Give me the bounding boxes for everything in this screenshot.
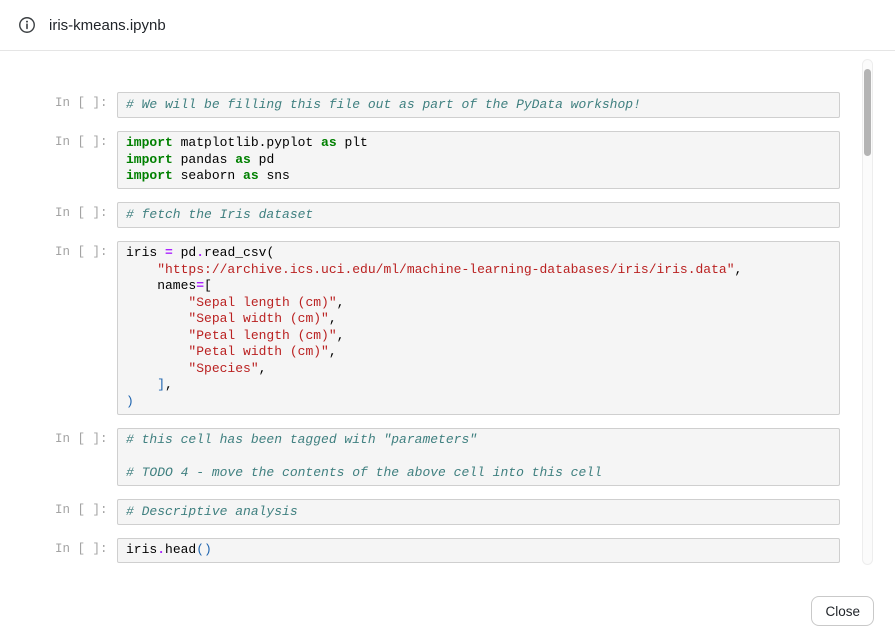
code-line [126, 449, 831, 466]
code-cell: # We will be filling this file out as pa… [117, 92, 840, 118]
close-button[interactable]: Close [811, 596, 874, 626]
code-line: # Descriptive analysis [126, 504, 831, 521]
cell-prompt: In [ ]: [55, 131, 113, 149]
code-cell: iris.head() [117, 538, 840, 564]
cell-prompt: In [ ]: [55, 92, 113, 110]
notebook-cell-row: In [ ]: # fetch the Iris dataset [55, 202, 840, 228]
code-cell: # Descriptive analysis [117, 499, 840, 525]
code-line: names=[ [126, 278, 831, 295]
code-line: "Petal width (cm)", [126, 344, 831, 361]
notebook-cell-row: In [ ]: iris.head() [55, 538, 840, 564]
code-line: # fetch the Iris dataset [126, 207, 831, 224]
dialog-title: iris-kmeans.ipynb [49, 17, 166, 34]
dialog-header: iris-kmeans.ipynb [0, 0, 895, 51]
scrollbar-thumb[interactable] [864, 69, 871, 156]
code-line: import seaborn as sns [126, 168, 831, 185]
cell-prompt: In [ ]: [55, 241, 113, 259]
cell-prompt: In [ ]: [55, 538, 113, 556]
code-line: "Sepal width (cm)", [126, 311, 831, 328]
code-line: iris = pd.read_csv( [126, 245, 831, 262]
code-line: # We will be filling this file out as pa… [126, 97, 831, 114]
notebook-preview-dialog: iris-kmeans.ipynb In [ ]: # We will be fi… [0, 0, 895, 643]
notebook-cell-row: In [ ]: # Descriptive analysis [55, 499, 840, 525]
code-line: "Petal length (cm)", [126, 328, 831, 345]
notebook-cell-row: In [ ]: # We will be filling this file ou… [55, 92, 840, 118]
notebook-content: In [ ]: # We will be filling this file ou… [0, 51, 895, 575]
code-cell: iris = pd.read_csv( "https://archive.ics… [117, 241, 840, 415]
code-line: "Sepal length (cm)", [126, 295, 831, 312]
code-line: import matplotlib.pyplot as plt [126, 135, 831, 152]
code-line: # TODO 4 - move the contents of the abov… [126, 465, 831, 482]
code-cell: # fetch the Iris dataset [117, 202, 840, 228]
notebook-cells: In [ ]: # We will be filling this file ou… [55, 92, 840, 563]
code-line: iris.head() [126, 542, 831, 559]
code-line: "https://archive.ics.uci.edu/ml/machine-… [126, 262, 831, 279]
code-cell: # this cell has been tagged with "parame… [117, 428, 840, 487]
code-line: ) [126, 394, 831, 411]
cell-prompt: In [ ]: [55, 202, 113, 220]
code-line: ], [126, 377, 831, 394]
notebook-cell-row: In [ ]: # this cell has been tagged with … [55, 428, 840, 487]
code-line: import pandas as pd [126, 152, 831, 169]
code-cell: import matplotlib.pyplot as pltimport pa… [117, 131, 840, 190]
notebook-cell-row: In [ ]:iris = pd.read_csv( "https://arch… [55, 241, 840, 415]
code-line: # this cell has been tagged with "parame… [126, 432, 831, 449]
notebook-cell-row: In [ ]:import matplotlib.pyplot as pltim… [55, 131, 840, 190]
code-line: "Species", [126, 361, 831, 378]
cell-prompt: In [ ]: [55, 428, 113, 446]
scrollbar-track[interactable] [862, 59, 873, 565]
cell-prompt: In [ ]: [55, 499, 113, 517]
info-icon [18, 16, 36, 34]
